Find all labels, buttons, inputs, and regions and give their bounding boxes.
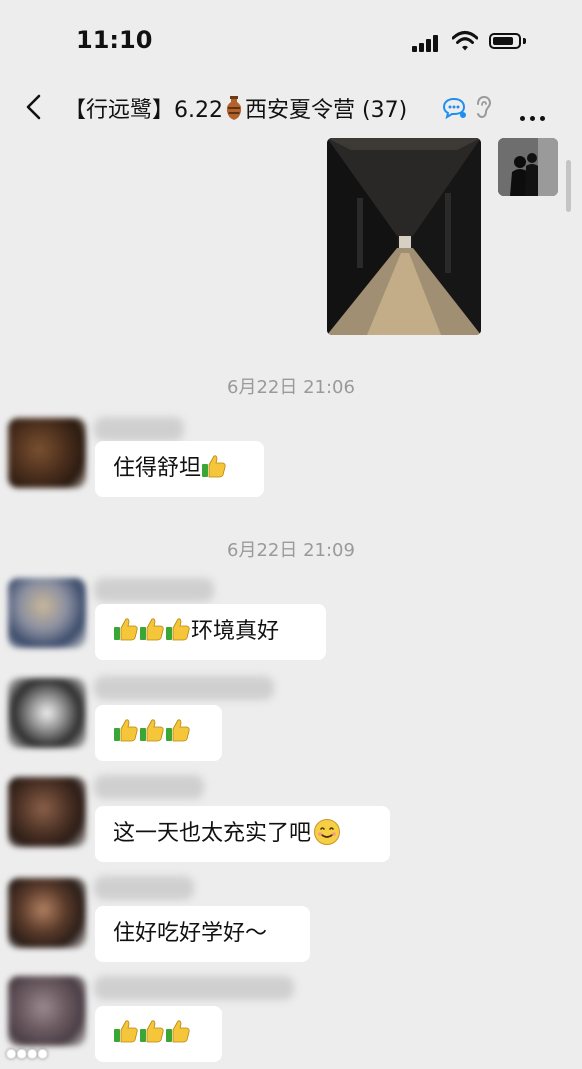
- group-chat-bubble-icon[interactable]: [442, 96, 468, 120]
- smile-icon: [314, 819, 341, 845]
- sender-name-blurred: [94, 417, 184, 441]
- thumbs-up-icon: [202, 455, 226, 478]
- thumbs-up-icon: [114, 618, 138, 641]
- message-text: 环境真好: [191, 619, 280, 644]
- chat-header: 【行远鹭】6.22 西安夏令营 (37): [0, 80, 582, 138]
- back-arrow-icon[interactable]: [20, 92, 50, 122]
- ear-mute-icon[interactable]: [472, 94, 494, 120]
- image-message-hallway[interactable]: [327, 138, 481, 335]
- thumbs-up-icon: [166, 719, 190, 742]
- thumbs-up-icon: [166, 618, 190, 641]
- wifi-icon: [452, 31, 478, 51]
- message-bubble[interactable]: [95, 1006, 222, 1062]
- sender-avatar[interactable]: [8, 976, 86, 1046]
- more-options-icon[interactable]: [520, 106, 550, 125]
- sender-name-blurred: [94, 876, 194, 900]
- watermark: ●●●●: [6, 1046, 48, 1060]
- message-bubble[interactable]: 住得舒坦: [95, 441, 264, 497]
- chat-title[interactable]: 【行远鹭】6.22 西安夏令营 (37): [64, 92, 407, 124]
- message-text: 住得舒坦: [113, 456, 202, 481]
- thumbs-up-icon: [114, 719, 138, 742]
- hallway-photo: [327, 138, 481, 335]
- sender-avatar[interactable]: [8, 777, 86, 847]
- message-bubble[interactable]: 这一天也太充实了吧: [95, 806, 390, 862]
- thumbs-up-icon: [140, 618, 164, 641]
- sender-name-blurred: [94, 976, 294, 1000]
- battery-icon: [489, 33, 521, 49]
- sender-avatar[interactable]: [8, 878, 86, 948]
- message-text: 这一天也太充实了吧: [113, 821, 312, 846]
- thumbs-up-icon: [114, 1020, 138, 1043]
- my-avatar[interactable]: [498, 138, 558, 196]
- scrollbar[interactable]: [566, 160, 571, 212]
- status-time: 11:10: [76, 26, 153, 54]
- message-bubble[interactable]: 环境真好: [95, 604, 326, 660]
- battery-tip: [523, 38, 526, 44]
- thumbs-up-icon: [140, 719, 164, 742]
- sender-name-blurred: [94, 676, 274, 700]
- timestamp: 6月22日 21:09: [227, 540, 355, 561]
- message-text: 住好吃好学好～: [113, 921, 268, 946]
- timestamp: 6月22日 21:06: [227, 377, 355, 398]
- chat-title-suffix: 西安夏令营 (37): [245, 98, 408, 123]
- vase-icon: [226, 96, 242, 120]
- sender-name-blurred: [94, 775, 204, 799]
- sender-avatar[interactable]: [8, 578, 86, 648]
- sender-name-blurred: [94, 578, 214, 602]
- sender-avatar[interactable]: [8, 678, 86, 748]
- message-bubble[interactable]: [95, 705, 222, 761]
- thumbs-up-icon: [166, 1020, 190, 1043]
- message-bubble[interactable]: 住好吃好学好～: [95, 906, 310, 962]
- cellular-signal-icon: [412, 34, 442, 52]
- thumbs-up-icon: [140, 1020, 164, 1043]
- sender-avatar[interactable]: [8, 418, 86, 488]
- chat-title-prefix: 【行远鹭】6.22: [64, 98, 223, 123]
- status-bar: 11:10: [0, 0, 582, 80]
